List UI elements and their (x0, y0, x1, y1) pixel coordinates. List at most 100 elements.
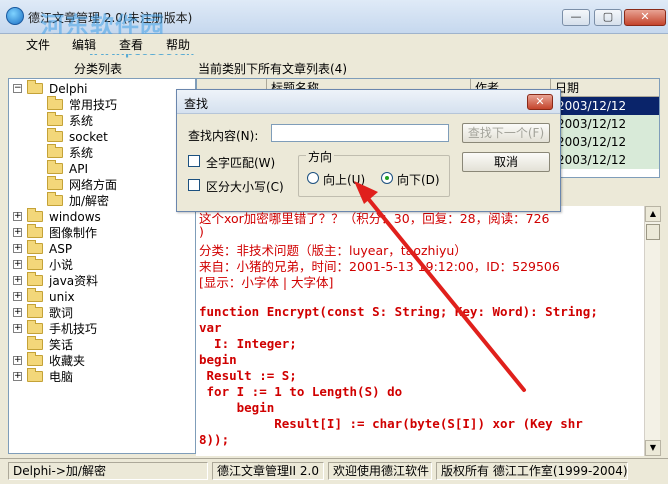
tree-item[interactable]: 笑话 (9, 336, 195, 353)
collapse-icon[interactable]: − (13, 84, 22, 93)
folder-icon (47, 160, 63, 174)
tree-item-label: 小说 (49, 258, 74, 272)
find-dialog-close-icon[interactable]: ✕ (527, 94, 553, 110)
app-icon (6, 7, 24, 25)
expand-icon[interactable]: + (13, 276, 22, 285)
article-line: Result[I] := char(byte(S[I]) xor (Key sh… (199, 416, 583, 431)
expand-icon[interactable]: + (13, 324, 22, 333)
tree-item[interactable]: + 收藏夹 (9, 352, 195, 369)
expand-icon[interactable]: + (13, 228, 22, 237)
match-whole-checkbox[interactable] (188, 155, 200, 167)
title-bar: 德江文章管理 2.0(未注册版本) 河东软件园 — ▢ ✕ (0, 0, 668, 40)
direction-up-radio[interactable] (307, 172, 319, 184)
expand-icon[interactable]: + (13, 308, 22, 317)
tree-item-label: 收藏夹 (49, 354, 86, 368)
folder-icon (47, 192, 63, 206)
status-bar: Delphi->加/解密 德江文章管理II 2.0 欢迎使用德江软件 版权所有 … (0, 458, 668, 484)
article-line: function Encrypt(const S: String; Key: W… (199, 304, 598, 319)
scroll-up-arrow-icon[interactable]: ▲ (645, 206, 661, 222)
folder-icon (27, 336, 43, 350)
tree-item[interactable]: + windows (9, 208, 195, 225)
tree-item-label: 电脑 (49, 370, 74, 384)
expand-icon[interactable]: + (13, 372, 22, 381)
folder-icon (27, 208, 43, 222)
direction-down-label: 向下(D) (397, 173, 440, 187)
tree-item-label: 歌词 (49, 306, 74, 320)
expand-icon[interactable]: + (13, 212, 22, 221)
menu-file[interactable]: 文件 (26, 36, 50, 53)
menu-edit[interactable]: 编辑 (72, 36, 96, 53)
tree-item[interactable]: + 小说 (9, 256, 195, 273)
tree-item[interactable]: 系统 (9, 144, 195, 161)
direction-label: 方向 (306, 148, 335, 165)
tree-item-label: 加/解密 (69, 194, 110, 208)
match-case-label: 区分大小写(C) (206, 180, 284, 194)
find-dialog-titlebar: 查找 ✕ (177, 90, 560, 114)
table-row-date[interactable]: 2003/12/12 (551, 133, 659, 151)
tree-item[interactable]: + 歌词 (9, 304, 195, 321)
find-content-label: 查找内容(N): (188, 129, 259, 143)
tree-item-label: 系统 (69, 146, 94, 160)
category-tree[interactable]: − Delphi 常用技巧 系统 socket 系统 API 网络方面 加/解密 + windows… (8, 78, 196, 454)
status-copyright: 版权所有 德江工作室(1999-2004) (436, 462, 628, 480)
folder-icon (27, 224, 43, 238)
find-content-input[interactable] (271, 124, 449, 142)
tree-item[interactable]: + unix (9, 288, 195, 305)
tree-item-label: socket (69, 130, 108, 144)
article-line: var (199, 320, 222, 335)
article-line: ) (199, 224, 204, 239)
tree-item-label: 常用技巧 (69, 98, 118, 112)
folder-icon (27, 80, 43, 94)
find-next-button[interactable]: 查找下一个(F) (462, 123, 550, 143)
menu-view[interactable]: 查看 (119, 36, 143, 53)
tree-item[interactable]: socket (9, 128, 195, 145)
tree-item[interactable]: − Delphi (9, 80, 195, 97)
table-row-date[interactable]: 2003/12/12 (551, 97, 659, 115)
minimize-button[interactable]: — (562, 9, 590, 26)
tree-item-label: 图像制作 (49, 226, 98, 240)
tree-item[interactable]: 加/解密 (9, 192, 195, 209)
folder-icon (47, 176, 63, 190)
scroll-down-arrow-icon[interactable]: ▼ (645, 440, 661, 456)
status-category: Delphi->加/解密 (8, 462, 208, 480)
tree-item-label: unix (49, 290, 75, 304)
folder-icon (27, 368, 43, 382)
tree-item[interactable]: 常用技巧 (9, 96, 195, 113)
expand-icon[interactable]: + (13, 260, 22, 269)
tree-item[interactable]: API (9, 160, 195, 177)
cancel-button[interactable]: 取消 (462, 152, 550, 172)
direction-down-radio[interactable] (381, 172, 393, 184)
direction-up-label: 向上(U) (323, 173, 366, 187)
expand-icon[interactable]: + (13, 292, 22, 301)
article-scrollbar[interactable]: ▲ ▼ (644, 206, 661, 456)
tree-item[interactable]: + 图像制作 (9, 224, 195, 241)
expand-icon[interactable]: + (13, 244, 22, 253)
article-line: 8)); (199, 432, 230, 447)
match-case-checkbox[interactable] (188, 179, 200, 191)
tree-item[interactable]: 网络方面 (9, 176, 195, 193)
tree-item-label: 笑话 (49, 338, 74, 352)
close-button[interactable]: ✕ (624, 9, 666, 26)
tree-item[interactable]: + ASP (9, 240, 195, 257)
expand-icon[interactable]: + (13, 356, 22, 365)
folder-icon (27, 288, 43, 302)
maximize-button[interactable]: ▢ (594, 9, 622, 26)
article-content[interactable]: 这个xor加密哪里错了？？（积分：30，回复：28，阅读：726) 分类：非技术问… (196, 206, 644, 456)
table-row-date[interactable]: 2003/12/12 (551, 115, 659, 133)
tree-item-label: 手机技巧 (49, 322, 98, 336)
menu-help[interactable]: 帮助 (166, 36, 190, 53)
direction-group: 方向 向上(U) 向下(D) (298, 148, 450, 197)
scroll-thumb[interactable] (646, 224, 660, 240)
tree-item[interactable]: + 电脑 (9, 368, 195, 385)
folder-icon (47, 96, 63, 110)
column-date[interactable]: 日期 (551, 79, 659, 97)
tree-item[interactable]: 系统 (9, 112, 195, 129)
folder-icon (27, 352, 43, 366)
find-dialog: 查找 ✕ 查找内容(N): 查找下一个(F) 取消 全字匹配(W) 区分大小写(… (176, 89, 561, 212)
table-row-date[interactable]: 2003/12/12 (551, 151, 659, 169)
tree-item[interactable]: + 手机技巧 (9, 320, 195, 337)
tree-item-label: ASP (49, 242, 73, 256)
find-dialog-title: 查找 (184, 97, 209, 111)
article-line: Result := S; (199, 368, 297, 383)
tree-item[interactable]: + java资料 (9, 272, 195, 289)
